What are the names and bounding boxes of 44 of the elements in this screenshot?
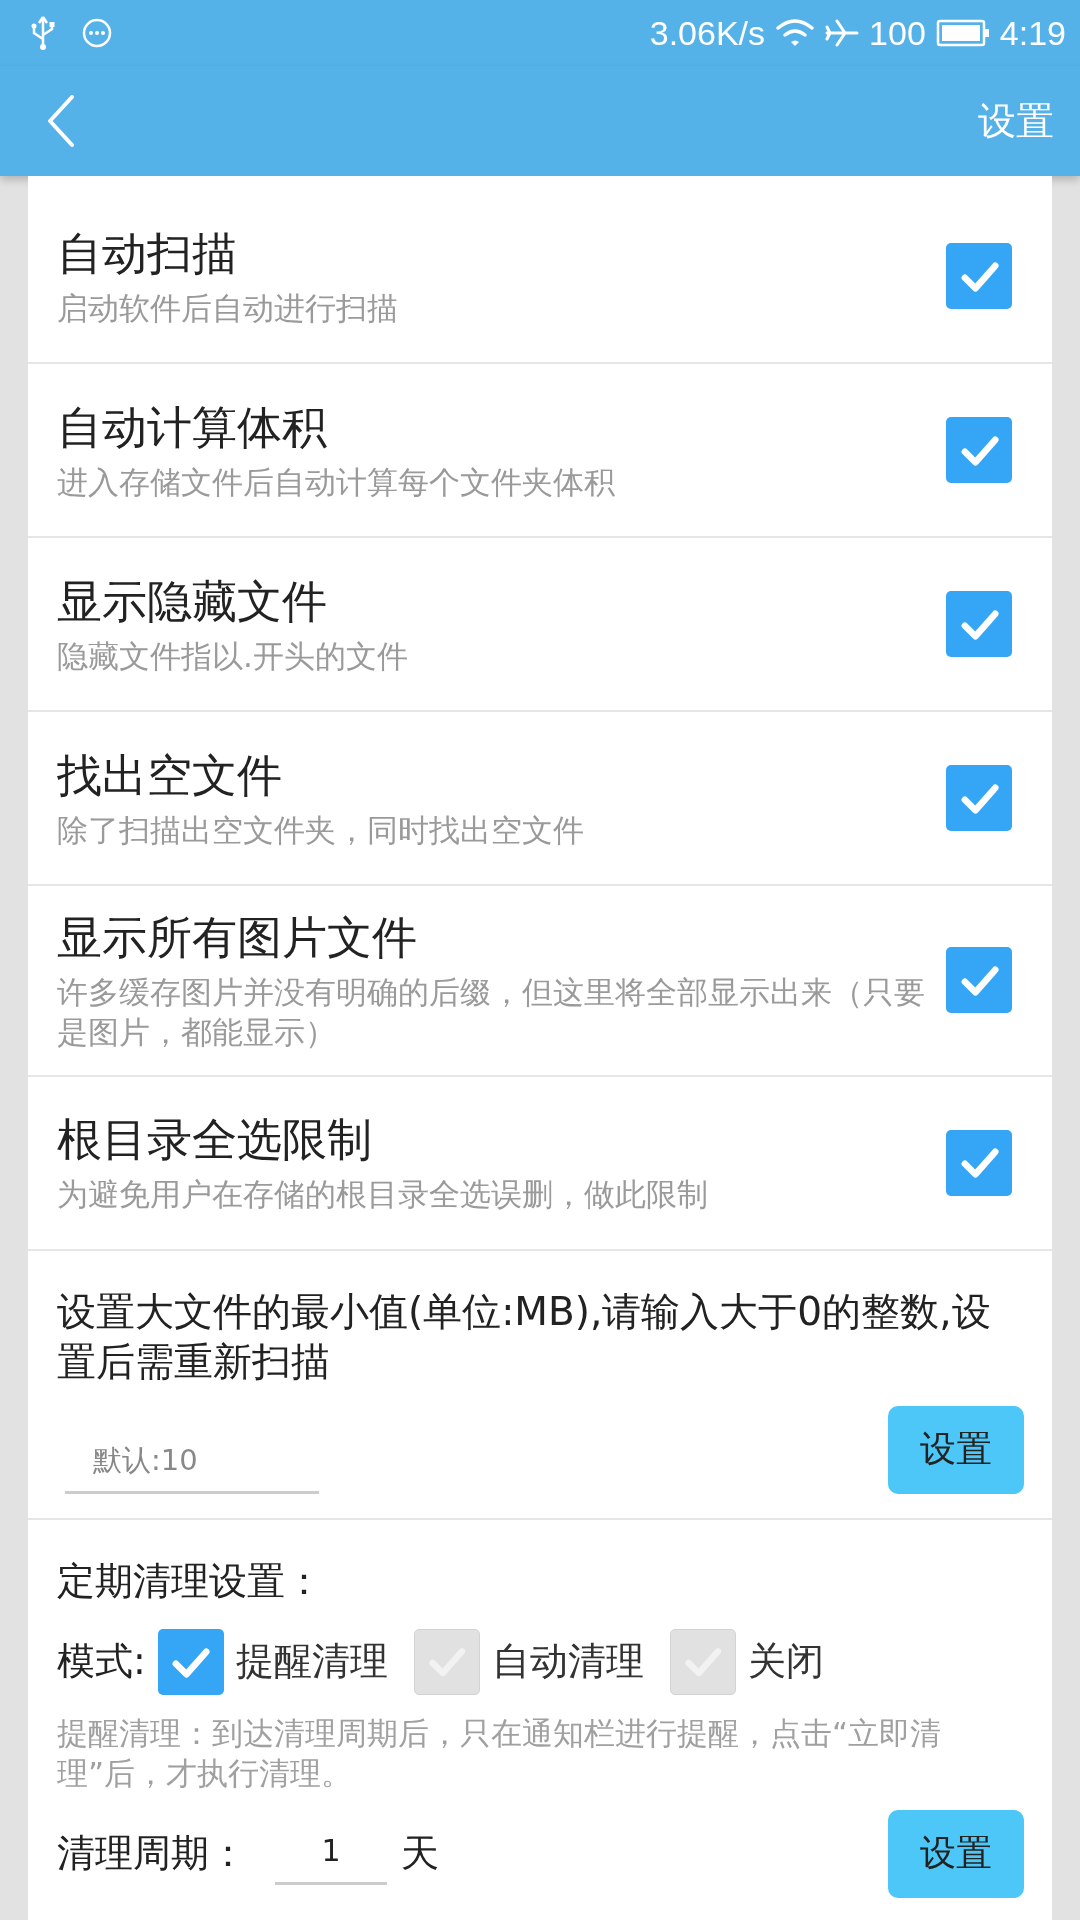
mode-checkbox[interactable]: [413, 1628, 480, 1695]
mode-label: 模式:: [57, 1638, 146, 1686]
network-speed: 3.06K/s: [649, 13, 766, 53]
setting-title: 显示所有图片文件: [57, 910, 418, 966]
period-label: 清理周期：: [57, 1830, 247, 1878]
checkbox[interactable]: [946, 947, 1012, 1014]
set-button[interactable]: 设置: [888, 1809, 1024, 1898]
checkbox[interactable]: [946, 765, 1012, 831]
screen-title: 设置: [978, 97, 1054, 145]
setting-description: 为避免用户在存储的根目录全选误删，做此限制: [57, 1175, 709, 1215]
checkbox[interactable]: [946, 417, 1012, 483]
setting-description: 启动软件后自动进行扫描: [57, 288, 399, 328]
more-icon: [82, 18, 112, 48]
battery-icon: [935, 18, 990, 48]
setting-title: 显示隐藏文件: [57, 573, 328, 630]
back-button[interactable]: [46, 94, 76, 148]
clock: 4:19: [999, 13, 1066, 53]
setting-title: 自动计算体积: [57, 399, 328, 456]
set-button[interactable]: 设置: [888, 1405, 1024, 1494]
period-unit: 天: [401, 1830, 439, 1878]
battery-level: 100: [869, 13, 926, 53]
setting-description: 除了扫描出空文件夹，同时找出空文件: [57, 810, 585, 850]
checkbox[interactable]: [946, 243, 1012, 309]
mode-option-label: 关闭: [747, 1638, 824, 1686]
mode-checkbox[interactable]: [669, 1628, 736, 1695]
mode-option-label: 提醒清理: [235, 1638, 388, 1686]
checkbox[interactable]: [946, 1129, 1012, 1196]
setting-description: 进入存储文件后自动计算每个文件夹体积: [57, 462, 616, 502]
section-title: 定期清理设置：: [57, 1557, 324, 1605]
setting-title: 找出空文件: [57, 747, 283, 804]
setting-description: 许多缓存图片并没有明确的后缀，但这里将全部显示出来（只要是图片，都能显示）: [57, 973, 926, 1053]
period-field[interactable]: 1: [275, 1822, 387, 1885]
mode-description: 提醒清理：到达清理周期后，只在通知栏进行提醒，点击“立即清理”后，才执行清理。: [57, 1713, 943, 1794]
setting-label: 设置大文件的最小值(单位:MB),请输入大于0的整数,设置后需重新扫描: [57, 1287, 992, 1387]
mode-option-label: 自动清理: [491, 1638, 644, 1686]
setting-title: 自动扫描: [57, 225, 238, 282]
airplane-icon: [825, 18, 860, 48]
setting-description: 隐藏文件指以.开头的文件: [57, 636, 409, 676]
usb-icon: [30, 15, 56, 51]
back-icon: [46, 94, 76, 148]
setting-title: 根目录全选限制: [57, 1112, 373, 1169]
mode-checkbox[interactable]: [157, 1628, 224, 1695]
wifi-icon: [775, 18, 816, 48]
checkbox[interactable]: [946, 591, 1012, 657]
